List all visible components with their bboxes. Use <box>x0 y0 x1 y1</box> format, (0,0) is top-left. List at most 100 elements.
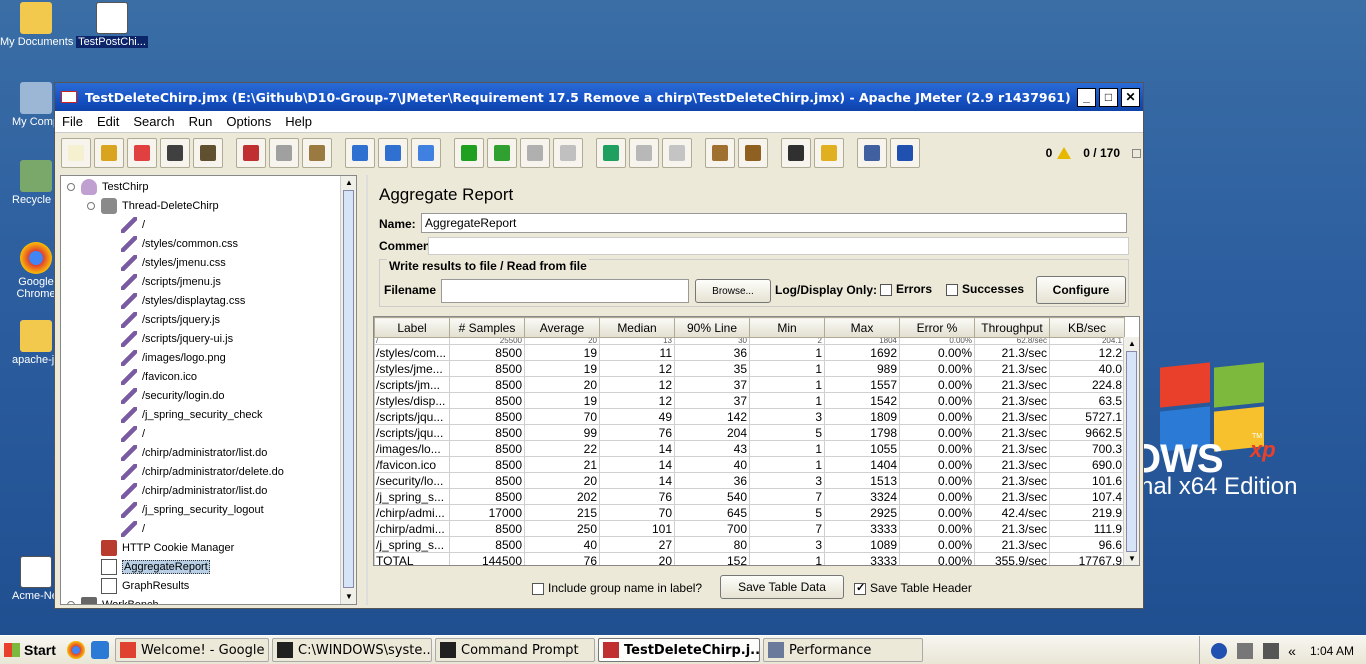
include-group-checkbox-box[interactable] <box>532 582 544 595</box>
tree-item[interactable]: / <box>107 519 145 538</box>
close-window-button[interactable]: ✕ <box>1121 87 1140 107</box>
tree-item[interactable]: /chirp/administrator/list.do <box>107 481 267 500</box>
tree-expander-icon[interactable] <box>67 600 75 604</box>
taskbar-task-button[interactable]: TestDeleteChirp.j... <box>598 638 760 662</box>
name-input[interactable]: AggregateReport <box>421 213 1127 233</box>
desktop-icon-my-documents[interactable]: My Documents <box>0 2 74 51</box>
configure-button[interactable]: Configure <box>1036 276 1126 304</box>
tree-item[interactable]: Thread-DeleteChirp <box>87 196 219 215</box>
save-table-header-checkbox[interactable]: Save Table Header <box>854 581 972 595</box>
start-no-pause-button[interactable] <box>487 138 517 168</box>
tree-item[interactable]: /images/logo.png <box>107 348 226 367</box>
table-row[interactable]: /scripts/jqu... 8500 70 49 142 3 1809 0.00% 21.3… <box>374 408 1125 425</box>
open-button[interactable] <box>94 138 124 168</box>
scroll-up-arrow-icon[interactable]: ▲ <box>341 176 356 190</box>
comments-input[interactable] <box>428 237 1129 255</box>
save-table-data-button[interactable]: Save Table Data <box>720 575 844 599</box>
tray-collapse-button[interactable]: « <box>1288 643 1296 659</box>
scroll-thumb[interactable] <box>343 190 354 588</box>
errors-checkbox-box[interactable] <box>880 283 892 296</box>
table-row[interactable]: /j_spring_s... 8500 40 27 80 3 1089 0.00% 21.3/s… <box>374 536 1125 553</box>
table-row[interactable]: /scripts/jqu... 8500 99 76 204 5 1798 0.00% 21.3… <box>374 424 1125 441</box>
start-button[interactable] <box>454 138 484 168</box>
help-icon[interactable] <box>1211 642 1228 659</box>
taskbar-task-button[interactable]: Welcome! - Google ... <box>115 638 269 662</box>
new-button[interactable] <box>61 138 91 168</box>
menu-run[interactable]: Run <box>182 114 220 129</box>
tree-item[interactable]: /chirp/administrator/list.do <box>107 443 267 462</box>
table-row[interactable]: /chirp/admi... 8500 250 101 700 7 3333 0.00% 21.… <box>374 520 1125 537</box>
tree-item[interactable]: /scripts/jquery.js <box>107 310 220 329</box>
column-header[interactable]: Average <box>524 317 600 338</box>
network-icon[interactable] <box>1237 642 1254 659</box>
tree-expander-icon[interactable] <box>87 201 95 210</box>
desktop-icon-testpostchirp[interactable]: TestPostChi... <box>74 2 150 51</box>
tree-item[interactable]: /chirp/administrator/delete.do <box>107 462 284 481</box>
tree-item[interactable]: /scripts/jquery-ui.js <box>107 329 233 348</box>
menu-search[interactable]: Search <box>126 114 181 129</box>
menu-edit[interactable]: Edit <box>90 114 126 129</box>
clear-all-button[interactable] <box>738 138 768 168</box>
function-helper-button[interactable] <box>857 138 887 168</box>
tree-scrollbar[interactable]: ▲ ▼ <box>340 176 356 604</box>
tree-item[interactable]: / <box>107 215 145 234</box>
table-scrollbar[interactable]: ▲ ▼ <box>1123 337 1139 565</box>
volume-icon[interactable] <box>1263 642 1280 659</box>
maximize-button[interactable]: □ <box>1099 87 1118 107</box>
cut-button[interactable] <box>236 138 266 168</box>
table-row[interactable]: /chirp/admi... 17000 215 70 645 5 2925 0.00% 42.… <box>374 504 1125 521</box>
tree-item[interactable]: /styles/displaytag.css <box>107 291 245 310</box>
tree-item[interactable]: /styles/common.css <box>107 234 238 253</box>
tree-item[interactable]: GraphResults <box>87 576 189 595</box>
table-row[interactable]: TOTAL 144500 76 20 152 1 3333 0.00% 355.9/sec 177… <box>374 552 1125 565</box>
tree-item[interactable]: /security/login.do <box>107 386 225 405</box>
column-header[interactable]: Max <box>824 317 900 338</box>
remote-stop-button[interactable] <box>629 138 659 168</box>
collapse-button[interactable] <box>378 138 408 168</box>
start-button[interactable]: Start <box>0 637 58 664</box>
scroll-down-arrow-icon[interactable]: ▼ <box>341 590 356 604</box>
search-button[interactable] <box>781 138 811 168</box>
tree-item[interactable]: /favicon.ico <box>107 367 197 386</box>
table-row[interactable]: /styles/jme... 8500 19 12 35 1 989 0.00% 21.3/se… <box>374 360 1125 377</box>
successes-checkbox-box[interactable] <box>946 283 958 296</box>
column-header[interactable]: Throughput <box>974 317 1050 338</box>
column-header[interactable]: Min <box>749 317 825 338</box>
filename-input[interactable] <box>441 279 689 303</box>
tree-item[interactable]: WorkBench <box>67 595 159 604</box>
taskbar-task-button[interactable]: Performance <box>763 638 923 662</box>
warning-icon[interactable] <box>1057 147 1072 159</box>
scroll-down-arrow-icon[interactable]: ▼ <box>1124 552 1139 565</box>
errors-checkbox[interactable]: Errors <box>880 282 932 296</box>
column-header[interactable]: Label <box>374 317 450 338</box>
column-header[interactable]: 90% Line <box>674 317 750 338</box>
expand-button[interactable] <box>345 138 375 168</box>
minimize-button[interactable]: _ <box>1077 87 1096 107</box>
stop-button[interactable] <box>520 138 550 168</box>
menu-options[interactable]: Options <box>219 114 278 129</box>
table-row[interactable]: /favicon.ico 8500 21 14 40 1 1404 0.00% 21.3/sec… <box>374 456 1125 473</box>
chrome-quicklaunch-icon[interactable] <box>67 641 85 659</box>
browse-button[interactable]: Browse... <box>695 279 771 303</box>
table-row[interactable]: /styles/disp... 8500 19 12 37 1 1542 0.00% 21.3/… <box>374 392 1125 409</box>
tree-item[interactable]: / <box>107 424 145 443</box>
help-button[interactable] <box>890 138 920 168</box>
column-header[interactable]: Median <box>599 317 675 338</box>
copy-button[interactable] <box>269 138 299 168</box>
save-button[interactable] <box>160 138 190 168</box>
remote-shutdown-button[interactable] <box>662 138 692 168</box>
menu-file[interactable]: File <box>55 114 90 129</box>
paste-button[interactable] <box>302 138 332 168</box>
toggle-button[interactable] <box>411 138 441 168</box>
scroll-up-arrow-icon[interactable]: ▲ <box>1124 337 1139 351</box>
taskbar-task-button[interactable]: Command Prompt <box>435 638 595 662</box>
table-row[interactable]: /security/lo... 8500 20 14 36 3 1513 0.00% 21.3/… <box>374 472 1125 489</box>
successes-checkbox[interactable]: Successes <box>946 282 1024 296</box>
column-header[interactable]: Error % <box>899 317 975 338</box>
table-row[interactable]: /styles/com... 8500 19 11 36 1 1692 0.00% 21.3/s… <box>374 344 1125 361</box>
table-row[interactable]: /images/lo... 8500 22 14 43 1 1055 0.00% 21.3/se… <box>374 440 1125 457</box>
reset-search-button[interactable] <box>814 138 844 168</box>
table-row[interactable]: /j_spring_s... 8500 202 76 540 7 3324 0.00% 21.3… <box>374 488 1125 505</box>
column-header[interactable]: # Samples <box>449 317 525 338</box>
tree-item[interactable]: /scripts/jmenu.js <box>107 272 221 291</box>
